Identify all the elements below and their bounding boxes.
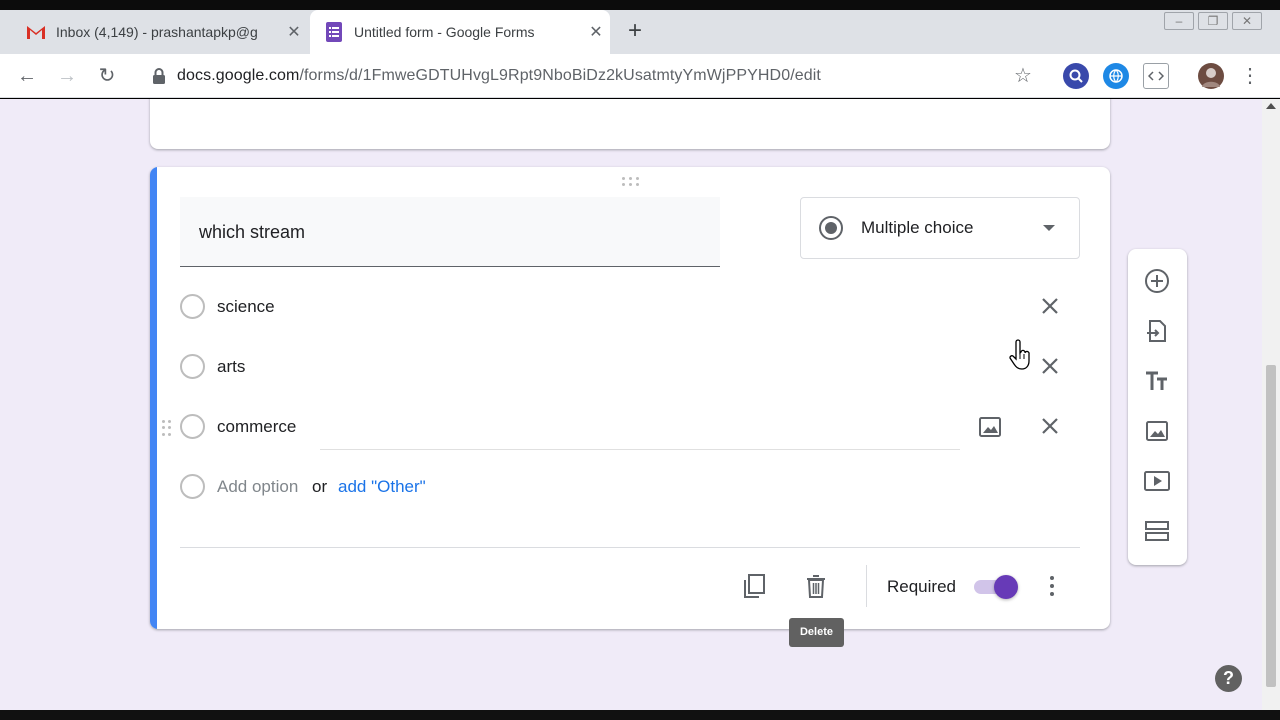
window-controls: – ❐ ✕ <box>1160 12 1262 30</box>
lock-icon <box>152 68 166 84</box>
more-options-icon[interactable] <box>1045 573 1059 599</box>
delete-tooltip: Delete <box>789 618 844 647</box>
gmail-icon <box>26 22 46 42</box>
url-host: docs.google.com <box>177 67 300 84</box>
remove-option-icon[interactable] <box>1036 352 1064 380</box>
option-text[interactable]: science <box>217 297 275 317</box>
remove-option-icon[interactable] <box>1036 292 1064 320</box>
forward-arrow-icon[interactable]: → <box>53 62 81 90</box>
import-questions-icon[interactable] <box>1143 317 1171 345</box>
extension-globe-icon[interactable] <box>1103 63 1129 89</box>
duplicate-icon[interactable] <box>740 571 770 601</box>
active-card-indicator <box>150 167 157 629</box>
question-card[interactable]: which stream Multiple choice science art… <box>150 167 1110 629</box>
extension-code-icon[interactable] <box>1143 63 1169 89</box>
radio-unchecked-icon <box>180 354 205 379</box>
add-video-icon[interactable] <box>1143 467 1171 495</box>
close-window-icon[interactable]: ✕ <box>1232 12 1262 30</box>
scroll-up-arrow-icon[interactable] <box>1266 103 1276 109</box>
remove-option-icon[interactable] <box>1036 412 1064 440</box>
extension-search-icon[interactable] <box>1063 63 1089 89</box>
radio-unchecked-icon <box>180 414 205 439</box>
browser-menu-icon[interactable]: ⋮ <box>1240 62 1260 90</box>
option-text[interactable]: commerce <box>217 417 296 437</box>
tab-title: Untitled form - Google Forms <box>354 24 535 40</box>
radio-unchecked-icon <box>180 294 205 319</box>
add-image-icon[interactable] <box>976 413 1004 441</box>
close-tab-icon[interactable]: ✕ <box>280 22 308 42</box>
option-text[interactable]: arts <box>217 357 245 377</box>
option-row[interactable]: science <box>180 287 1080 327</box>
help-icon[interactable]: ? <box>1215 665 1242 692</box>
toggle-knob <box>994 575 1018 599</box>
close-tab-icon[interactable]: ✕ <box>582 22 610 42</box>
drag-handle-icon[interactable] <box>620 177 642 187</box>
radio-checked-icon <box>819 216 843 240</box>
back-arrow-icon[interactable]: ← <box>13 62 41 90</box>
bookmark-star-icon[interactable]: ☆ <box>1014 63 1032 88</box>
side-toolbar <box>1128 249 1187 565</box>
url-text: docs.google.com/forms/d/1FmweGDTUHvgL9Rp… <box>177 67 821 85</box>
option-drag-handle-icon[interactable] <box>162 420 172 436</box>
hand-cursor-icon <box>1009 339 1030 370</box>
new-tab-button[interactable]: + <box>620 18 650 46</box>
option-row[interactable]: arts <box>180 347 1080 387</box>
tab-google-forms[interactable]: Untitled form - Google Forms ✕ <box>310 10 610 54</box>
option-row[interactable]: commerce <box>162 407 1080 450</box>
add-option-row: Add option or add "Other" <box>180 467 1080 507</box>
google-forms-icon <box>324 22 344 42</box>
card-divider <box>180 547 1080 548</box>
trash-icon[interactable] <box>801 571 831 601</box>
add-other-link[interactable]: add "Other" <box>338 477 426 497</box>
question-title-text: which stream <box>199 222 306 242</box>
option-input-underline <box>320 449 960 450</box>
radio-unchecked-icon <box>180 474 205 499</box>
scrollbar-thumb[interactable] <box>1266 365 1276 687</box>
add-title-icon[interactable] <box>1143 367 1171 395</box>
add-question-icon[interactable] <box>1143 267 1171 295</box>
profile-avatar[interactable] <box>1198 63 1224 89</box>
tab-title: Inbox (4,149) - prashantapkp@g <box>56 24 258 40</box>
question-type-label: Multiple choice <box>861 218 974 237</box>
add-image-icon[interactable] <box>1143 417 1171 445</box>
tab-gmail-inbox[interactable]: Inbox (4,149) - prashantapkp@g ✕ <box>12 10 308 54</box>
minimize-icon[interactable]: – <box>1164 12 1194 30</box>
restore-icon[interactable]: ❐ <box>1198 12 1228 30</box>
url-path: /forms/d/1FmweGDTUHvgL9Rpt9NboBiDz2kUsat… <box>299 67 821 84</box>
required-label: Required <box>887 577 956 596</box>
page-scrollbar[interactable] <box>1262 99 1280 710</box>
or-label: or <box>312 477 328 496</box>
question-type-dropdown[interactable]: Multiple choice <box>800 197 1080 259</box>
address-bar[interactable]: docs.google.com/forms/d/1FmweGDTUHvgL9Rp… <box>140 58 1050 94</box>
previous-question-card[interactable] <box>150 99 1110 149</box>
question-title-field[interactable]: which stream <box>180 197 720 267</box>
required-toggle[interactable] <box>972 574 1022 600</box>
add-section-icon[interactable] <box>1143 517 1171 545</box>
footer-separator <box>866 565 867 607</box>
add-option-input[interactable]: Add option <box>217 477 298 497</box>
reload-icon[interactable]: ↻ <box>93 62 121 90</box>
form-editor-page: which stream Multiple choice science art… <box>0 99 1262 710</box>
dropdown-arrow-icon <box>1043 225 1055 231</box>
browser-tab-strip: Inbox (4,149) - prashantapkp@g ✕ Untitle… <box>0 0 1280 54</box>
screen-bottom-edge <box>0 710 1280 720</box>
